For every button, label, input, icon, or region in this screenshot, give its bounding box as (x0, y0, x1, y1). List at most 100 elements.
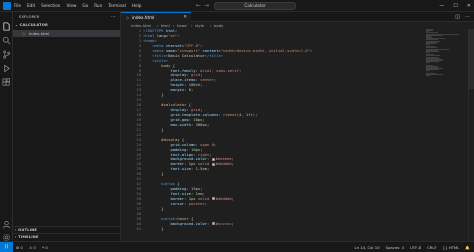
code-token: } (143, 126, 164, 132)
minimap-line (426, 75, 431, 76)
color-swatch[interactable] (211, 222, 215, 226)
color-swatch[interactable] (211, 157, 215, 161)
run-debug-icon[interactable] (2, 58, 11, 73)
folder-name: CALCULATOR (19, 23, 49, 27)
code-token: } (143, 205, 164, 211)
split-editor-icon[interactable]: ◫ (455, 12, 460, 22)
forward-arrow-icon[interactable]: → (204, 0, 209, 12)
line-number: 41 (136, 225, 141, 231)
outline-section[interactable]: › OUTLINE (13, 226, 120, 233)
status-indentation[interactable]: Spaces: 4 (386, 242, 404, 252)
status-warnings[interactable]: ⚠ 0 (29, 242, 36, 252)
status-eol[interactable]: CRLF (427, 242, 437, 252)
code-token: max-width (170, 121, 192, 127)
code-token: ; (213, 141, 217, 147)
close-window-icon[interactable]: ✕ (467, 0, 471, 12)
code-editor[interactable]: 1 2 3 4 5 6 7 8 9 10 11 12 13 14 15 16 17 18 19 20 21 22 23 24 2… (121, 28, 474, 241)
menu-view[interactable]: View (66, 0, 76, 12)
status-errors[interactable]: ⊗ 0 (16, 242, 23, 252)
minimap-line (426, 52, 431, 53)
minimap-line (426, 70, 431, 72)
code-line[interactable]: } (143, 171, 163, 177)
menu-bar: File Edit Selection View Go Run Terminal… (14, 0, 141, 12)
notifications-icon[interactable]: 🔔 (465, 242, 470, 252)
code-token: Arial, sans-serif (200, 67, 240, 73)
maximize-icon[interactable]: ☐ (453, 0, 457, 12)
code-token: ; (231, 161, 234, 167)
breadcrumb-separator: › (210, 23, 212, 28)
code-token: ; (255, 111, 258, 117)
vscode-logo-icon (3, 2, 11, 10)
more-actions-icon[interactable]: ⋯ (111, 13, 116, 21)
code-line[interactable]: } (143, 205, 164, 212)
explorer-icon[interactable] (2, 16, 11, 31)
code-line[interactable]: } (143, 126, 164, 133)
status-language[interactable]: {} HTML (443, 242, 460, 252)
minimize-icon[interactable]: — (439, 0, 444, 12)
command-center-label: Calculator (244, 3, 266, 8)
settings-icon[interactable] (2, 227, 11, 241)
code-token: } (143, 92, 164, 98)
extensions-icon[interactable] (2, 72, 11, 86)
code-token: cursor (170, 200, 185, 206)
menu-edit[interactable]: Edit (27, 0, 35, 12)
code-token: ; (213, 77, 217, 83)
menu-terminal[interactable]: Terminal (108, 0, 126, 12)
folder-header[interactable]: ⌄ CALCULATOR (15, 22, 48, 29)
window-controls: — ☐ ✕ (439, 0, 471, 12)
code-line[interactable]: } (143, 92, 164, 98)
html-file-icon: ◇ (126, 14, 130, 20)
remote-indicator-icon[interactable]: ⟩⟨ (0, 242, 13, 252)
search-icon[interactable] (2, 30, 11, 45)
code-token: title (209, 52, 221, 58)
menu-file[interactable]: File (14, 0, 21, 12)
code-token: ; (207, 166, 210, 172)
color-swatch[interactable] (211, 162, 215, 166)
minimap[interactable] (426, 29, 466, 77)
code-token: } (143, 225, 164, 231)
source-control-icon[interactable] (2, 44, 11, 59)
file-item-index-html[interactable]: ◇ index.html (13, 30, 120, 37)
timeline-label: › TIMELINE (15, 235, 39, 239)
code-line[interactable]: } (143, 225, 164, 232)
code-token: ; (239, 67, 242, 73)
code-token: pointer (188, 200, 205, 206)
code-token: #dddddd (215, 161, 232, 167)
code-token: ; (191, 87, 194, 93)
breadcrumb-item[interactable]: head (177, 22, 186, 29)
editor-actions: ◫ ⋯ (455, 12, 470, 22)
code-token: "en" (168, 32, 178, 38)
scrollbar-thumb[interactable] (468, 29, 474, 89)
account-icon[interactable] (2, 214, 11, 229)
code-token: ; (200, 82, 203, 88)
code-token: ; (207, 121, 210, 127)
more-actions-icon[interactable]: ⋯ (465, 12, 470, 22)
status-ports[interactable]: ⑂ 0 (42, 242, 48, 252)
title-bar: File Edit Selection View Go Run Terminal… (0, 0, 474, 12)
command-center[interactable]: Calculator (214, 2, 296, 10)
vertical-scrollbar[interactable] (468, 29, 474, 241)
minimap-line (426, 43, 431, 45)
status-cursor-position[interactable]: Ln 14, Col 10 (354, 242, 379, 252)
code-token: margin (170, 87, 185, 93)
menu-help[interactable]: Help (132, 0, 142, 12)
color-swatch[interactable] (211, 197, 215, 201)
breadcrumb-item[interactable]: body (214, 22, 223, 29)
menu-selection[interactable]: Selection (41, 0, 60, 12)
status-bar: ⟩⟨ ⊗ 0 ⚠ 0 ⑂ 0 Ln 14, Col 10 Spaces: 4 U… (0, 241, 474, 252)
html-file-icon: ◇ (22, 30, 26, 36)
status-encoding[interactable]: UTF-8 (410, 242, 421, 252)
tab-index-html[interactable]: ◇ index.html ✕ (121, 12, 191, 22)
activity-bar (0, 12, 13, 241)
code-token: repeat( (223, 111, 240, 117)
back-arrow-icon[interactable]: ← (196, 0, 201, 12)
menu-go[interactable]: Go (82, 0, 88, 12)
status-right: Ln 14, Col 10 Spaces: 4 UTF-8 CRLF {} HT… (354, 242, 470, 252)
timeline-section[interactable]: › TIMELINE (13, 233, 120, 240)
menu-run[interactable]: Run (94, 0, 102, 12)
code-token: background-color (170, 220, 208, 226)
tab-bar: ◇ index.html ✕ ◫ ⋯ (121, 12, 474, 22)
nav-arrows: ← → (196, 0, 209, 12)
status-left: ⊗ 0 ⚠ 0 ⑂ 0 (16, 242, 48, 252)
breadcrumb-item[interactable]: style (195, 22, 204, 29)
